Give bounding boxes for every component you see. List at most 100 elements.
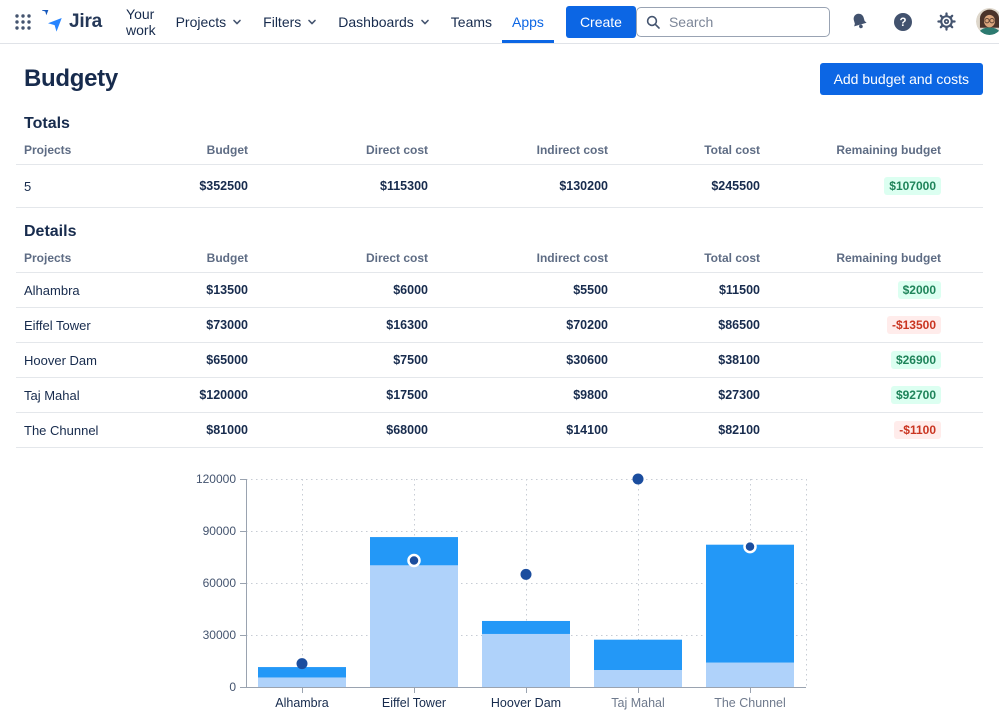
notifications-button[interactable] (845, 7, 874, 36)
details-heading: Details (24, 223, 77, 240)
remaining-budget-badge: $107000 (884, 177, 941, 195)
bar-indirect-the-chunnel[interactable] (706, 662, 794, 687)
indirect-cell: $30600 (428, 342, 608, 378)
project-name-cell: Hoover Dam (16, 342, 156, 378)
y-tick-label: 120000 (196, 472, 236, 486)
direct-cell: $7500 (248, 342, 428, 378)
total-cell: $38100 (608, 342, 760, 378)
direct-cell: $16300 (248, 307, 428, 343)
x-tick-label-the-chunnel: The Chunnel (714, 696, 786, 710)
chevron-down-icon (420, 19, 429, 24)
table-header-row: Projects Budget Direct cost Indirect cost To… (16, 243, 983, 273)
page-content: Budgety Add budget and costs Totals Proj… (0, 63, 999, 711)
indirect-cell: $14100 (428, 412, 608, 448)
column-header-total-cost: Total cost (608, 135, 760, 165)
total-cell: $82100 (608, 412, 760, 448)
budget-chart: 0 30000 60000 90000 120000 Alhambra Eiffel Tow… (166, 471, 826, 711)
point-budget-taj-mahal[interactable] (632, 473, 644, 485)
remaining-budget-badge: $92700 (890, 386, 941, 404)
table-row-alhambra: Alhambra $13500 $6000 $5500 $11500 $2000 (16, 272, 983, 308)
y-tick-label: 30000 (203, 628, 237, 642)
bar-indirect-hoover-dam[interactable] (482, 633, 570, 687)
brand-name: Jira (69, 10, 103, 32)
direct-cell: $17500 (248, 377, 428, 413)
project-name-cell: 5 (16, 164, 156, 208)
app-switcher-icon[interactable] (10, 9, 36, 35)
top-nav: Jira Your work Projects Filters Dashboards T… (0, 0, 999, 44)
details-table: Projects Budget Direct cost Indirect cost To… (16, 243, 983, 448)
global-search (635, 6, 830, 37)
project-name-cell: Taj Mahal (16, 377, 156, 413)
budget-cell: $13500 (156, 272, 248, 308)
jira-mark-icon (42, 9, 62, 32)
x-tick-label-hoover-dam: Hoover Dam (491, 696, 561, 710)
direct-cell: $6000 (248, 272, 428, 308)
column-header-direct-cost: Direct cost (248, 135, 428, 165)
indirect-cell: $70200 (428, 307, 608, 343)
indirect-cell: $130200 (428, 164, 608, 208)
help-button[interactable]: ? (889, 8, 917, 36)
column-header-direct-cost: Direct cost (248, 243, 428, 273)
jira-logo[interactable]: Jira (42, 9, 103, 34)
nav-item-your-work[interactable]: Your work (116, 0, 166, 43)
budget-cell: $352500 (156, 164, 248, 208)
nav-item-label: Dashboards (338, 13, 414, 30)
table-row-the-chunnel: The Chunnel $81000 $68000 $14100 $82100 -$110… (16, 412, 983, 448)
point-budget-the-chunnel[interactable] (743, 539, 757, 554)
y-tick-label: 60000 (203, 576, 237, 590)
y-tick-label: 90000 (203, 524, 237, 538)
nav-item-label: Projects (175, 13, 227, 30)
budget-cell: $65000 (156, 342, 248, 378)
y-axis-labels: 0 30000 60000 90000 120000 (196, 472, 236, 694)
column-header-projects: Projects (16, 243, 156, 273)
totals-table: Projects Budget Direct cost Indirect cost To… (16, 135, 983, 208)
project-name-cell: Eiffel Tower (16, 307, 156, 343)
bar-direct-hoover-dam[interactable] (482, 620, 570, 634)
table-row-eiffel-tower: Eiffel Tower $73000 $16300 $70200 $86500 -$13… (16, 307, 983, 343)
chevron-down-icon (308, 19, 317, 24)
nav-item-dashboards[interactable]: Dashboards (328, 0, 441, 43)
nav-item-projects[interactable]: Projects (166, 0, 254, 43)
column-header-total-cost: Total cost (608, 243, 760, 273)
budget-cell: $73000 (156, 307, 248, 343)
user-avatar[interactable] (975, 8, 999, 35)
settings-button[interactable] (932, 7, 961, 36)
project-name-cell: Alhambra (16, 272, 156, 308)
remaining-budget-badge: $2000 (897, 281, 941, 299)
remaining-cell: -$1100 (760, 412, 983, 448)
column-header-remaining-budget: Remaining budget (760, 243, 983, 273)
x-axis-labels: Alhambra Eiffel Tower Hoover Dam Taj Mahal T… (275, 696, 786, 710)
column-header-projects: Projects (16, 135, 156, 165)
avatar-photo (975, 8, 999, 35)
remaining-budget-badge: $26900 (890, 351, 941, 369)
search-input[interactable] (635, 6, 830, 37)
grid-9-dots-icon (15, 13, 31, 30)
budget-chart-plot: 0 30000 60000 90000 120000 Alhambra Eiffel Tow… (196, 472, 807, 710)
table-row-taj-mahal: Taj Mahal $120000 $17500 $9800 $27300 $92700 (16, 377, 983, 413)
nav-item-apps[interactable]: Apps (502, 0, 554, 43)
point-budget-alhambra[interactable] (296, 658, 308, 670)
chevron-down-icon (233, 19, 241, 24)
nav-item-filters[interactable]: Filters (253, 0, 328, 43)
x-tick-label-alhambra: Alhambra (275, 696, 329, 710)
bar-direct-taj-mahal[interactable] (594, 639, 682, 671)
bar-direct-the-chunnel[interactable] (706, 544, 794, 663)
table-row-hoover-dam: Hoover Dam $65000 $7500 $30600 $38100 $26900 (16, 342, 983, 378)
add-budget-and-costs-button[interactable]: Add budget and costs (819, 63, 983, 95)
nav-item-teams[interactable]: Teams (441, 0, 502, 43)
budget-cell: $120000 (156, 377, 248, 413)
bar-indirect-alhambra[interactable] (258, 677, 346, 687)
gear-icon (937, 12, 956, 31)
remaining-cell: -$13500 (760, 307, 983, 343)
bar-indirect-taj-mahal[interactable] (594, 670, 682, 687)
create-button[interactable]: Create (565, 5, 636, 38)
project-name-cell: The Chunnel (16, 412, 156, 448)
page-title: Budgety (24, 65, 118, 92)
total-cell: $86500 (608, 307, 760, 343)
svg-text:?: ? (899, 17, 906, 29)
bar-indirect-eiffel-tower[interactable] (370, 565, 458, 687)
point-budget-hoover-dam[interactable] (520, 568, 532, 580)
direct-cell: $68000 (248, 412, 428, 448)
point-budget-eiffel-tower[interactable] (407, 553, 421, 568)
remaining-budget-badge: -$13500 (886, 316, 941, 334)
